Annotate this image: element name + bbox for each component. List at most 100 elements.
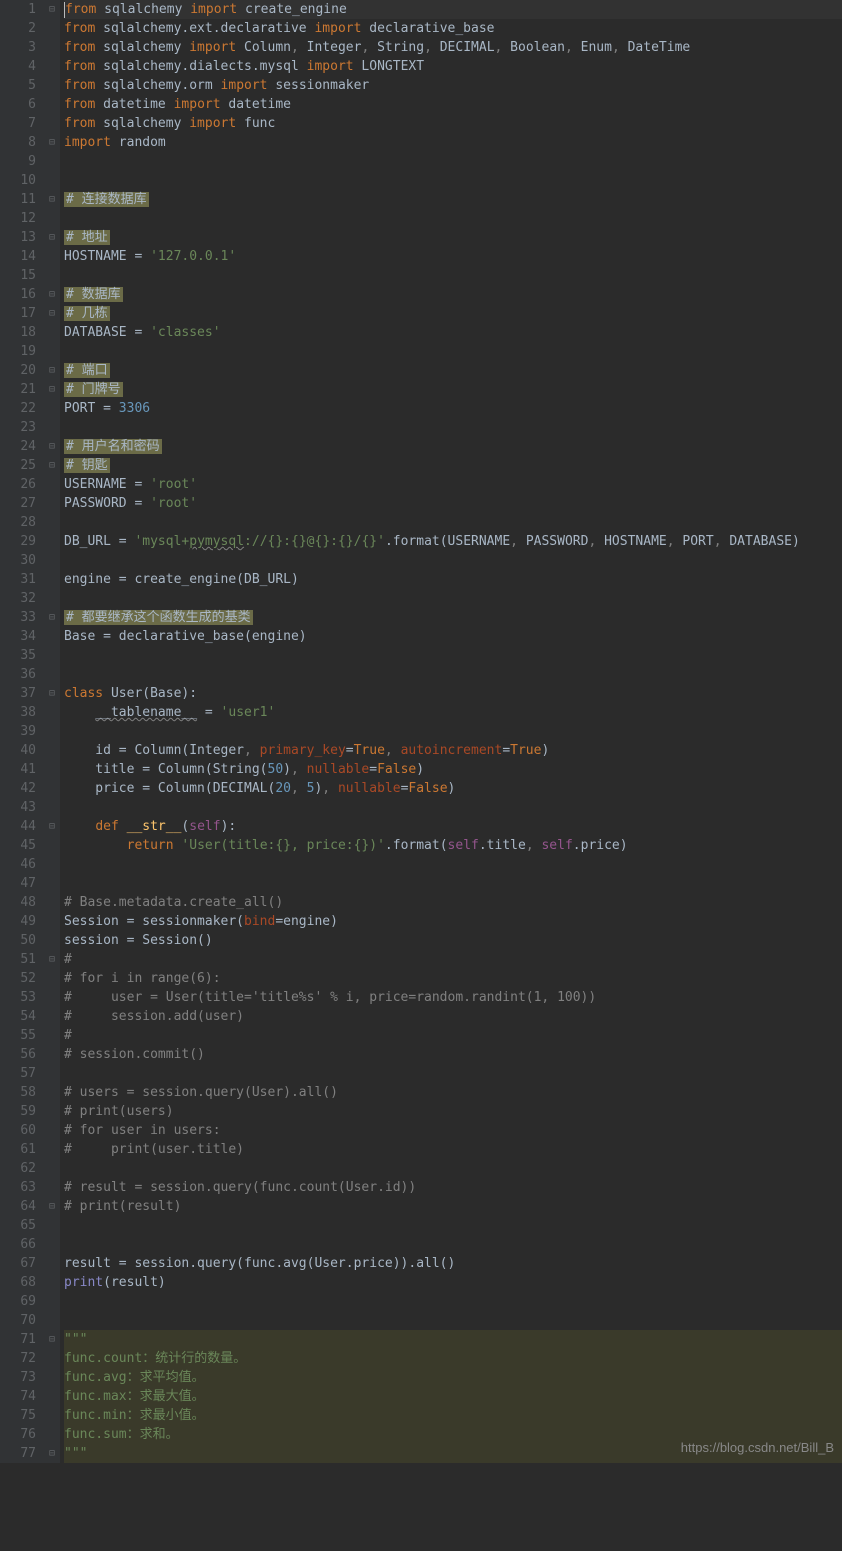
code-line[interactable]: title = Column(String(50), nullable=Fals… <box>64 760 842 779</box>
code-line[interactable]: # print(result) <box>64 1197 842 1216</box>
code-line[interactable]: from sqlalchemy.orm import sessionmaker <box>64 76 842 95</box>
code-line[interactable]: # 几栋 <box>64 304 842 323</box>
code-line[interactable] <box>64 342 842 361</box>
code-line[interactable] <box>64 1292 842 1311</box>
fold-marker[interactable]: ⊟ <box>44 684 60 703</box>
fold-marker[interactable]: ⊟ <box>44 190 60 209</box>
code-line[interactable]: # 钥匙 <box>64 456 842 475</box>
code-line[interactable]: session = Session() <box>64 931 842 950</box>
fold-marker[interactable]: ⊟ <box>44 437 60 456</box>
code-line[interactable]: price = Column(DECIMAL(20, 5), nullable=… <box>64 779 842 798</box>
code-line[interactable]: DATABASE = 'classes' <box>64 323 842 342</box>
code-line[interactable]: # print(user.title) <box>64 1140 842 1159</box>
code-line[interactable] <box>64 665 842 684</box>
fold-marker[interactable]: ⊟ <box>44 380 60 399</box>
code-line[interactable] <box>64 722 842 741</box>
code-line[interactable]: Base = declarative_base(engine) <box>64 627 842 646</box>
code-line[interactable]: class User(Base): <box>64 684 842 703</box>
fold-marker[interactable]: ⊟ <box>44 133 60 152</box>
token-param: autoincrement <box>401 743 503 758</box>
token-ident: (result) <box>103 1275 166 1290</box>
code-line[interactable]: # 数据库 <box>64 285 842 304</box>
code-line[interactable] <box>64 1159 842 1178</box>
code-line[interactable]: from sqlalchemy import Column, Integer, … <box>64 38 842 57</box>
code-line[interactable] <box>64 646 842 665</box>
code-line[interactable]: func.max：求最大值。 <box>64 1387 842 1406</box>
code-line[interactable] <box>64 266 842 285</box>
code-line[interactable] <box>64 513 842 532</box>
code-line[interactable]: PASSWORD = 'root' <box>64 494 842 513</box>
line-number: 52 <box>0 969 36 988</box>
code-line[interactable]: id = Column(Integer, primary_key=True, a… <box>64 741 842 760</box>
code-line[interactable]: PORT = 3306 <box>64 399 842 418</box>
code-line[interactable]: # session.commit() <box>64 1045 842 1064</box>
fold-marker[interactable]: ⊟ <box>44 608 60 627</box>
code-line[interactable]: # Base.metadata.create_all() <box>64 893 842 912</box>
code-line[interactable] <box>64 171 842 190</box>
code-line[interactable] <box>64 855 842 874</box>
code-line[interactable]: import random <box>64 133 842 152</box>
fold-marker[interactable]: ⊟ <box>44 1444 60 1463</box>
fold-column[interactable]: ⊟⊟⊟⊟⊟⊟⊟⊟⊟⊟⊟⊟⊟⊟⊟⊟⊟ <box>44 0 60 1463</box>
code-line[interactable]: # <box>64 1026 842 1045</box>
code-line[interactable]: # print(users) <box>64 1102 842 1121</box>
code-line[interactable]: HOSTNAME = '127.0.0.1' <box>64 247 842 266</box>
code-line[interactable]: DB_URL = 'mysql+pymysql://{}:{}@{}:{}/{}… <box>64 532 842 551</box>
code-line[interactable]: from sqlalchemy import func <box>64 114 842 133</box>
code-line[interactable] <box>64 874 842 893</box>
code-line[interactable]: engine = create_engine(DB_URL) <box>64 570 842 589</box>
code-line[interactable]: # result = session.query(func.count(User… <box>64 1178 842 1197</box>
code-line[interactable] <box>64 589 842 608</box>
token-cmt: # session.add(user) <box>64 1009 244 1024</box>
fold-marker[interactable]: ⊟ <box>44 361 60 380</box>
fold-marker[interactable]: ⊟ <box>44 456 60 475</box>
code-line[interactable]: # for user in users: <box>64 1121 842 1140</box>
fold-marker[interactable]: ⊟ <box>44 1197 60 1216</box>
code-line[interactable] <box>64 1311 842 1330</box>
code-line[interactable]: """ <box>64 1330 842 1349</box>
code-line[interactable]: from sqlalchemy.ext.declarative import d… <box>64 19 842 38</box>
code-line[interactable]: # session.add(user) <box>64 1007 842 1026</box>
code-line[interactable]: func.avg：求平均值。 <box>64 1368 842 1387</box>
fold-marker[interactable]: ⊟ <box>44 817 60 836</box>
fold-marker[interactable]: ⊟ <box>44 304 60 323</box>
code-line[interactable] <box>64 1235 842 1254</box>
fold-marker <box>44 1140 60 1159</box>
code-line[interactable] <box>64 551 842 570</box>
code-line[interactable]: # user = User(title='title%s' % i, price… <box>64 988 842 1007</box>
code-line[interactable]: print(result) <box>64 1273 842 1292</box>
code-line[interactable]: # 门牌号 <box>64 380 842 399</box>
fold-marker[interactable]: ⊟ <box>44 285 60 304</box>
code-line[interactable]: # users = session.query(User).all() <box>64 1083 842 1102</box>
code-line[interactable] <box>64 152 842 171</box>
code-line[interactable]: Session = sessionmaker(bind=engine) <box>64 912 842 931</box>
fold-marker[interactable]: ⊟ <box>44 228 60 247</box>
code-line[interactable]: # <box>64 950 842 969</box>
code-line[interactable]: from sqlalchemy.dialects.mysql import LO… <box>64 57 842 76</box>
code-line[interactable]: from sqlalchemy import create_engine <box>64 0 842 19</box>
code-line[interactable]: USERNAME = 'root' <box>64 475 842 494</box>
code-line[interactable]: # 连接数据库 <box>64 190 842 209</box>
code-line[interactable]: result = session.query(func.avg(User.pri… <box>64 1254 842 1273</box>
code-line[interactable]: # 地址 <box>64 228 842 247</box>
code-line[interactable] <box>64 209 842 228</box>
fold-marker[interactable]: ⊟ <box>44 1330 60 1349</box>
code-line[interactable]: # 都要继承这个函数生成的基类 <box>64 608 842 627</box>
code-line[interactable] <box>64 418 842 437</box>
code-line[interactable]: # for i in range(6): <box>64 969 842 988</box>
code-line[interactable]: return 'User(title:{}, price:{})'.format… <box>64 836 842 855</box>
code-line[interactable] <box>64 1064 842 1083</box>
code-line[interactable] <box>64 1216 842 1235</box>
code-line[interactable]: __tablename__ = 'user1' <box>64 703 842 722</box>
code-line[interactable]: def __str__(self): <box>64 817 842 836</box>
fold-marker[interactable]: ⊟ <box>44 0 60 19</box>
code-line[interactable]: # 端口 <box>64 361 842 380</box>
code-line[interactable]: func.count：统计行的数量。 <box>64 1349 842 1368</box>
code-line[interactable]: from datetime import datetime <box>64 95 842 114</box>
code-line[interactable] <box>64 798 842 817</box>
code-line[interactable]: # 用户名和密码 <box>64 437 842 456</box>
code-line[interactable]: func.min：求最小值。 <box>64 1406 842 1425</box>
fold-marker[interactable]: ⊟ <box>44 950 60 969</box>
code-editor[interactable]: 1234567891011121314151617181920212223242… <box>0 0 842 1463</box>
code-area[interactable]: from sqlalchemy import create_enginefrom… <box>60 0 842 1463</box>
